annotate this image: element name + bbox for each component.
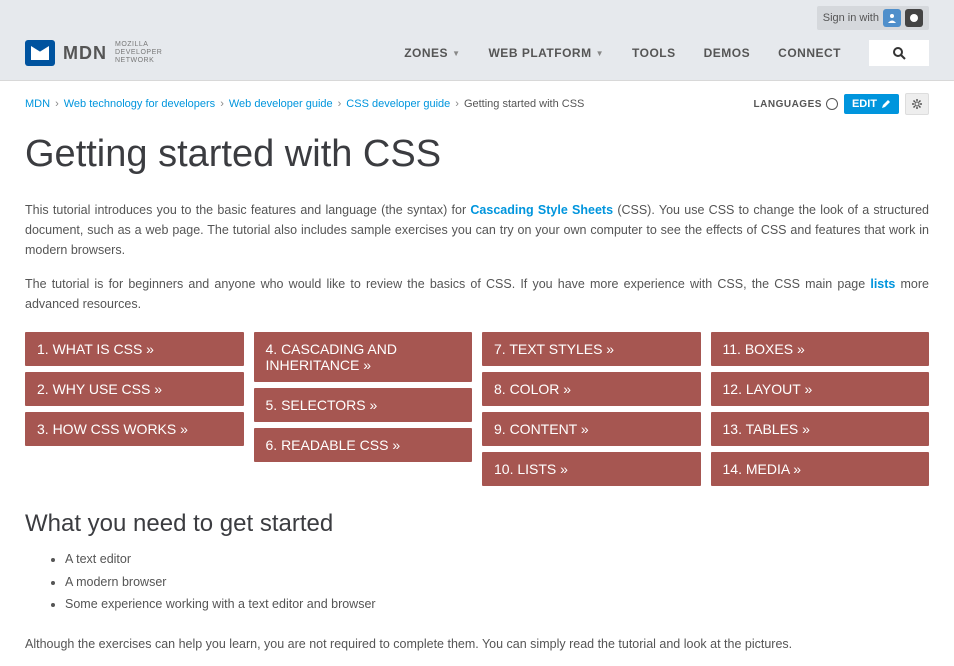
gear-icon (911, 98, 923, 110)
nav-tools[interactable]: TOOLS (632, 46, 676, 60)
needs-heading: What you need to get started (25, 510, 929, 538)
edit-button[interactable]: EDIT (844, 94, 899, 114)
signin-label: Sign in with (823, 12, 879, 24)
languages-button[interactable]: LANGUAGES (754, 98, 838, 110)
nav-zones[interactable]: ZONES▼ (404, 46, 460, 60)
footnote: Although the exercises can help you lear… (25, 634, 929, 654)
breadcrumb-link[interactable]: CSS developer guide (346, 98, 450, 110)
toc-grid: 1. WHAT IS CSS » 2. WHY USE CSS » 3. HOW… (25, 332, 929, 486)
needs-list: A text editor A modern browser Some expe… (25, 548, 929, 616)
nav-demos[interactable]: DEMOS (704, 46, 751, 60)
signin-box[interactable]: Sign in with (817, 6, 929, 30)
toc-item[interactable]: 10. LISTS » (482, 452, 701, 486)
logo-text: MDN (63, 43, 107, 64)
toc-item[interactable]: 5. SELECTORS » (254, 388, 473, 422)
page-title: Getting started with CSS (25, 133, 929, 176)
css-link[interactable]: Cascading Style Sheets (470, 203, 613, 217)
toc-item[interactable]: 8. COLOR » (482, 372, 701, 406)
topbar: Sign in with MDN MOZILLA DEVELOPER NETWO… (0, 0, 954, 81)
toc-item[interactable]: 2. WHY USE CSS » (25, 372, 244, 406)
lists-link[interactable]: lists (870, 277, 895, 291)
list-item: A text editor (65, 548, 929, 571)
logo[interactable]: MDN MOZILLA DEVELOPER NETWORK (25, 40, 162, 66)
toc-item[interactable]: 6. READABLE CSS » (254, 428, 473, 462)
globe-icon (826, 98, 838, 110)
chevron-down-icon: ▼ (452, 49, 460, 58)
breadcrumb: MDN› Web technology for developers› Web … (25, 98, 584, 110)
toc-item[interactable]: 3. HOW CSS WORKS » (25, 412, 244, 446)
toc-item[interactable]: 13. TABLES » (711, 412, 930, 446)
list-item: Some experience working with a text edit… (65, 593, 929, 616)
settings-button[interactable] (905, 93, 929, 115)
search-box[interactable] (869, 40, 929, 66)
list-item: A modern browser (65, 571, 929, 594)
toc-item[interactable]: 9. CONTENT » (482, 412, 701, 446)
toc-item[interactable]: 4. CASCADING AND INHERITANCE » (254, 332, 473, 382)
toc-item[interactable]: 14. MEDIA » (711, 452, 930, 486)
search-icon (892, 46, 906, 60)
nav-connect[interactable]: CONNECT (778, 46, 841, 60)
intro-paragraph-1: This tutorial introduces you to the basi… (25, 200, 929, 260)
toc-item[interactable]: 1. WHAT IS CSS » (25, 332, 244, 366)
github-icon[interactable] (905, 9, 923, 27)
nav-web-platform[interactable]: WEB PLATFORM▼ (488, 46, 604, 60)
intro-paragraph-2: The tutorial is for beginners and anyone… (25, 274, 929, 314)
nav-menu: ZONES▼ WEB PLATFORM▼ TOOLS DEMOS CONNECT (404, 40, 929, 66)
mdn-logo-icon (25, 40, 55, 66)
breadcrumb-link[interactable]: Web developer guide (229, 98, 333, 110)
breadcrumb-current: Getting started with CSS (464, 98, 584, 110)
breadcrumb-link[interactable]: Web technology for developers (64, 98, 215, 110)
pencil-icon (881, 99, 891, 109)
persona-icon[interactable] (883, 9, 901, 27)
chevron-down-icon: ▼ (596, 49, 604, 58)
toc-item[interactable]: 7. TEXT STYLES » (482, 332, 701, 366)
breadcrumb-link[interactable]: MDN (25, 98, 50, 110)
toc-item[interactable]: 11. BOXES » (711, 332, 930, 366)
toc-item[interactable]: 12. LAYOUT » (711, 372, 930, 406)
